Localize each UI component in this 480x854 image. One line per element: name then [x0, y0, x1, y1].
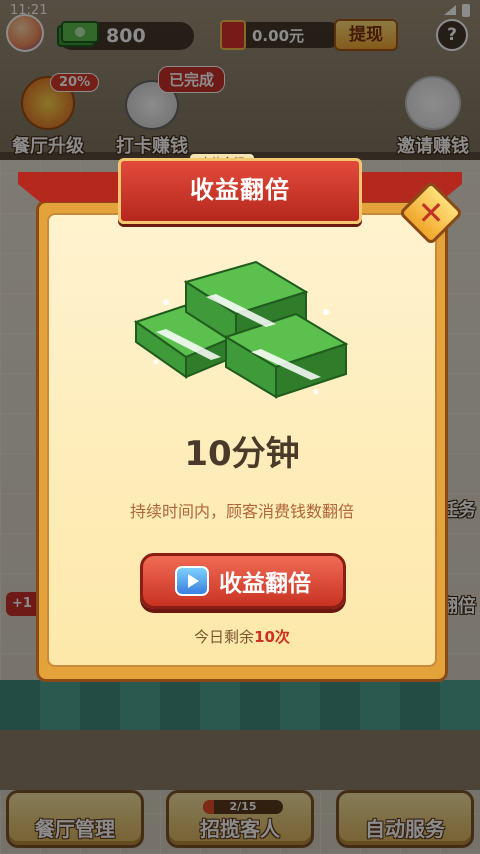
double-income-button[interactable]: 收益翻倍	[140, 553, 346, 609]
remaining-count: 10次	[254, 628, 290, 646]
dialog-title: 收益翻倍	[118, 158, 362, 224]
duration-text: 10分钟	[184, 434, 300, 474]
description-text: 持续时间内，顾客消费钱数翻倍	[129, 502, 354, 521]
remaining-prefix: 今日剩余	[194, 628, 255, 646]
video-ad-icon	[175, 566, 209, 596]
double-income-button-label: 收益翻倍	[219, 571, 311, 597]
cash-stack-illustration	[133, 260, 349, 399]
ribbon-left	[18, 172, 128, 202]
close-icon[interactable]: ✕	[408, 190, 454, 236]
remaining-times: 今日剩余10次	[36, 626, 448, 647]
